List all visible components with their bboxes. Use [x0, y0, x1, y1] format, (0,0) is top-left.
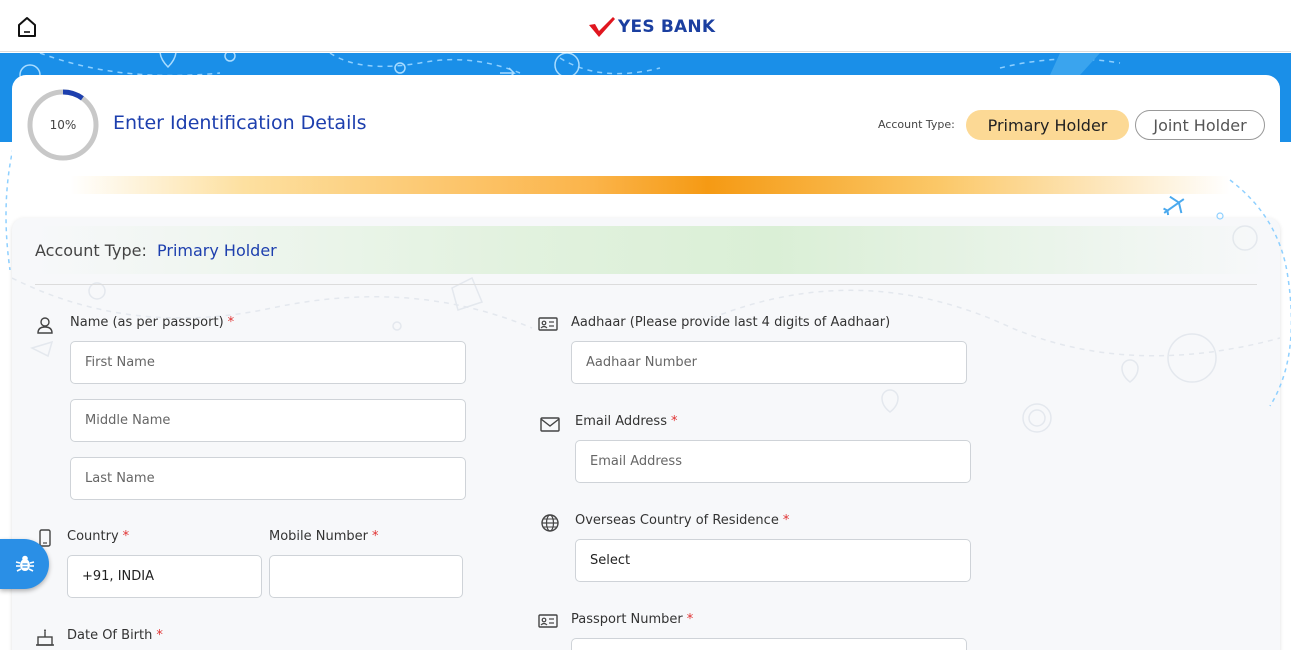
bug-report-button[interactable]: [0, 539, 49, 589]
passport-card-icon: [538, 614, 558, 628]
envelope-icon: [540, 417, 560, 432]
yes-bank-check-icon: [589, 17, 615, 37]
divider: [35, 284, 1257, 285]
overseas-country-value: Select: [590, 553, 631, 568]
email-label-text: Email Address: [575, 414, 667, 429]
mobile-number-input[interactable]: [269, 555, 463, 598]
country-label: Country *: [67, 529, 129, 544]
email-label: Email Address *: [575, 414, 677, 429]
account-type-label: Account Type:: [878, 118, 955, 131]
passport-number-input[interactable]: [571, 638, 967, 650]
required-mark: *: [670, 414, 678, 429]
aadhaar-number-input[interactable]: [571, 341, 967, 384]
overseas-country-select[interactable]: Select: [575, 539, 971, 582]
email-address-input[interactable]: [575, 440, 971, 483]
logo-text: YES BANK: [618, 17, 716, 37]
birthday-cake-icon: [36, 629, 54, 646]
first-name-input[interactable]: [70, 341, 466, 384]
required-mark: *: [122, 529, 130, 544]
id-card-icon: [538, 317, 558, 331]
decorative-gradient-line: [70, 176, 1230, 194]
top-bar: YES BANK: [0, 0, 1291, 52]
globe-icon: [541, 514, 559, 532]
right-decoration: [1163, 179, 1291, 407]
passport-label: Passport Number *: [571, 612, 693, 627]
required-mark: *: [686, 612, 694, 627]
overseas-country-label: Overseas Country of Residence *: [575, 513, 789, 528]
yes-bank-logo: YES BANK: [588, 14, 715, 40]
required-mark: *: [372, 529, 379, 544]
country-label-text: Country: [67, 529, 119, 544]
name-label: Name (as per passport) *: [70, 315, 234, 330]
middle-name-input[interactable]: [70, 399, 466, 442]
form-account-type-label: Account Type:: [35, 241, 147, 260]
primary-holder-option[interactable]: Primary Holder: [966, 110, 1129, 140]
joint-holder-option[interactable]: Joint Holder: [1135, 110, 1265, 140]
name-label-text: Name (as per passport): [70, 315, 224, 330]
required-mark: *: [156, 628, 163, 643]
aadhaar-label: Aadhaar (Please provide last 4 digits of…: [571, 315, 891, 330]
page-title: Enter Identification Details: [113, 112, 367, 134]
progress-label: 10%: [49, 118, 77, 132]
bug-icon: [15, 555, 34, 572]
dob-label-text: Date Of Birth: [67, 628, 153, 643]
required-mark: *: [782, 513, 790, 528]
mobile-label-text: Mobile Number: [269, 529, 368, 544]
country-code-value: +91, INDIA: [82, 569, 154, 584]
required-mark: *: [227, 315, 235, 330]
dob-label: Date Of Birth *: [67, 628, 163, 643]
form-card: Account Type: Primary Holder Name (as pe…: [12, 218, 1280, 650]
mobile-label: Mobile Number *: [269, 529, 379, 544]
user-icon: [37, 317, 53, 334]
header-card: [12, 75, 1280, 220]
passport-label-text: Passport Number: [571, 612, 683, 627]
home-icon[interactable]: [14, 14, 40, 40]
last-name-input[interactable]: [70, 457, 466, 500]
country-code-select[interactable]: +91, INDIA: [67, 555, 262, 598]
airplane-icon: [1163, 195, 1185, 216]
overseas-country-label-text: Overseas Country of Residence: [575, 513, 779, 528]
form-account-type-value: Primary Holder: [157, 241, 277, 260]
